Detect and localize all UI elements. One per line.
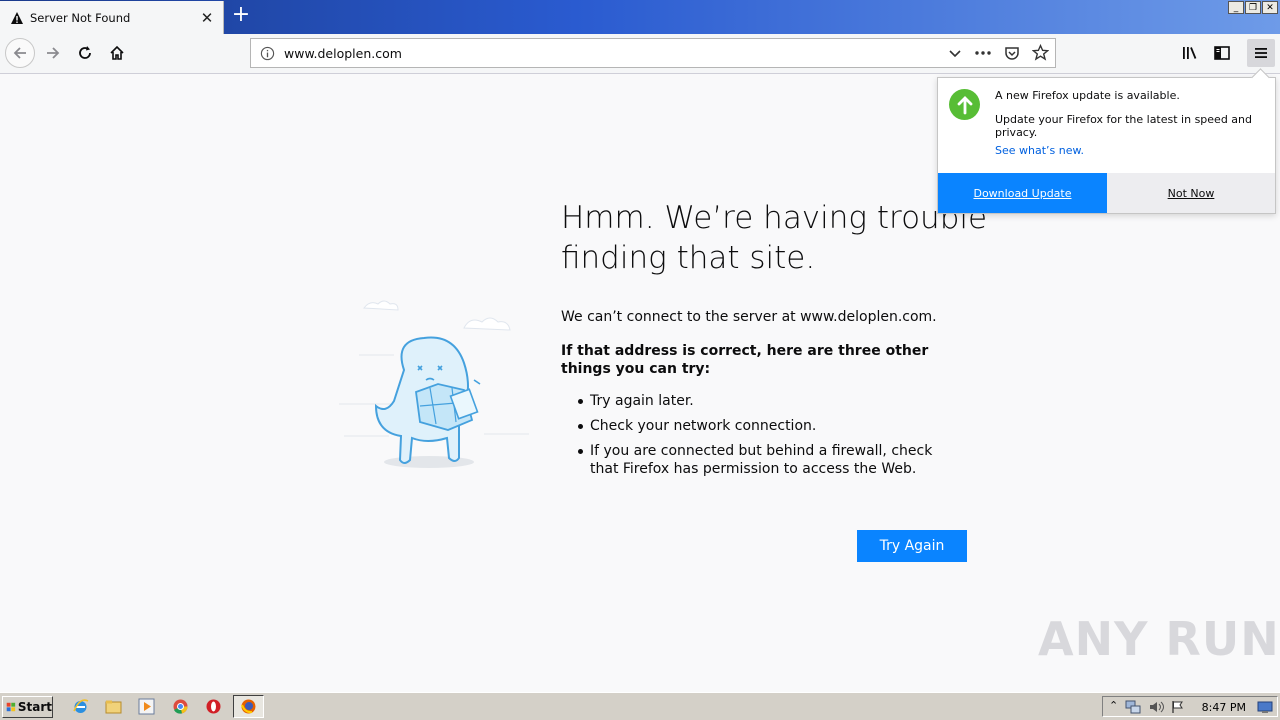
title-bar: Server Not Found ✕ + _ ❐ ✕: [0, 0, 1280, 34]
window-controls: _ ❐ ✕: [1228, 1, 1278, 14]
navigation-toolbar: www.deloplen.com: [0, 34, 1280, 74]
network-icon[interactable]: [1125, 700, 1141, 714]
update-arrow-icon: [949, 89, 980, 120]
volume-icon[interactable]: [1149, 700, 1165, 714]
tab-title: Server Not Found: [30, 10, 131, 25]
download-update-button[interactable]: Download Update: [938, 173, 1107, 213]
update-heading: A new Firefox update is available.: [995, 89, 1180, 102]
url-text[interactable]: www.deloplen.com: [284, 46, 402, 61]
suggestion-item: Check your network connection.: [575, 417, 955, 435]
home-icon: [110, 45, 124, 60]
start-button[interactable]: Start: [2, 696, 53, 718]
media-player-icon[interactable]: [138, 698, 155, 715]
start-label: Start: [17, 700, 52, 714]
library-button[interactable]: [1176, 39, 1204, 67]
error-title: Hmm. We’re having trouble finding that s…: [561, 200, 988, 276]
tab-server-not-found[interactable]: Server Not Found ✕: [0, 1, 224, 34]
error-illustration: [339, 300, 529, 468]
arrow-left-icon: [13, 47, 26, 59]
tab-close-icon[interactable]: ✕: [199, 9, 215, 27]
sidebar-button[interactable]: [1208, 39, 1236, 67]
taskbar: Start ⌃ 8:47 PM: [0, 692, 1280, 720]
restore-button[interactable]: ❐: [1245, 1, 1261, 14]
warning-icon: [11, 11, 23, 24]
watermark-logo: ANY RUN: [1038, 612, 1280, 666]
new-tab-button[interactable]: +: [230, 4, 252, 28]
clock[interactable]: 8:47 PM: [1202, 701, 1246, 714]
internet-explorer-icon[interactable]: [72, 698, 89, 715]
suggestion-item: If you are connected but behind a firewa…: [575, 442, 955, 478]
reload-icon: [79, 46, 91, 59]
action-center-flag-icon[interactable]: [1171, 700, 1185, 714]
error-subtitle: If that address is correct, here are thr…: [561, 343, 929, 377]
star-icon[interactable]: [1032, 44, 1049, 61]
url-bar[interactable]: www.deloplen.com: [250, 38, 1056, 68]
chevron-down-icon[interactable]: [948, 46, 962, 60]
reload-button[interactable]: [71, 39, 99, 67]
arrow-right-icon: [47, 47, 60, 59]
sidebar-icon: [1214, 46, 1230, 60]
system-tray: ⌃ 8:47 PM: [1102, 696, 1278, 717]
tray-expand-icon[interactable]: ⌃: [1109, 699, 1118, 712]
firefox-icon: [241, 699, 256, 714]
menu-button[interactable]: [1247, 39, 1275, 67]
error-description: We can’t connect to the server at www.de…: [561, 309, 937, 325]
more-actions-icon[interactable]: [974, 46, 992, 60]
home-button[interactable]: [103, 39, 131, 67]
library-icon: [1183, 47, 1197, 59]
try-again-button[interactable]: Try Again: [857, 530, 967, 562]
see-whats-new-link[interactable]: See what’s new.: [995, 144, 1084, 157]
hamburger-menu-icon: [1255, 48, 1267, 58]
chrome-icon[interactable]: [172, 698, 189, 715]
url-actions: [948, 44, 1049, 61]
suggestion-item: Try again later.: [575, 392, 955, 410]
opera-icon[interactable]: [205, 698, 222, 715]
windows-logo-icon: [6, 702, 16, 712]
folder-icon[interactable]: [105, 698, 122, 715]
suggestion-list: Try again later. Check your network conn…: [575, 392, 955, 485]
info-icon[interactable]: [260, 46, 275, 61]
update-body: Update your Firefox for the latest in sp…: [995, 113, 1253, 139]
close-window-button[interactable]: ✕: [1262, 1, 1278, 14]
firefox-taskbar-button[interactable]: [233, 695, 264, 718]
minimize-button[interactable]: _: [1228, 1, 1244, 14]
update-buttons: Download Update Not Now: [938, 173, 1275, 213]
show-desktop-icon[interactable]: [1257, 700, 1273, 714]
forward-button[interactable]: [39, 39, 67, 67]
back-button[interactable]: [5, 38, 35, 68]
update-notification-panel: A new Firefox update is available. Updat…: [937, 68, 1276, 214]
pocket-icon[interactable]: [1004, 45, 1020, 61]
not-now-button[interactable]: Not Now: [1107, 173, 1275, 213]
